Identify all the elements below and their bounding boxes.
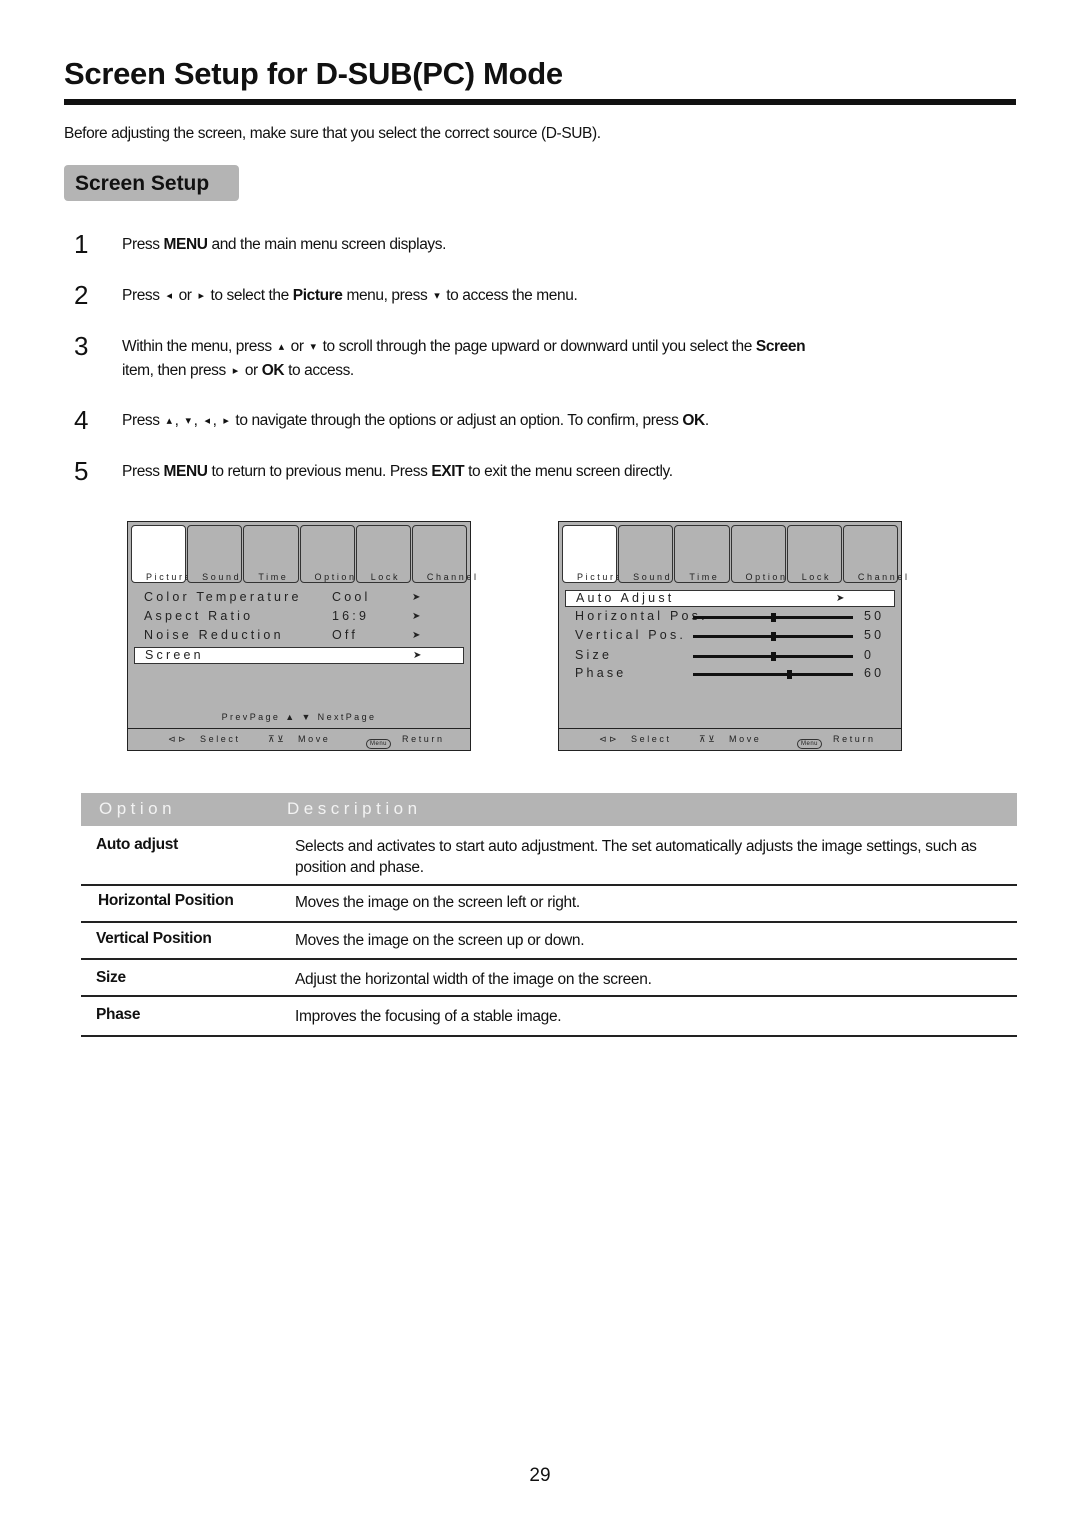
row-divider — [81, 884, 1017, 886]
osd-tab-sound[interactable]: Sound — [618, 525, 674, 583]
table-header: Option Description — [81, 793, 1017, 826]
osd-tab-option[interactable]: Option — [730, 525, 786, 583]
option-description: Improves the focusing of a stable image. — [295, 1008, 562, 1025]
osd-slider-size[interactable]: Size 0 — [575, 648, 893, 665]
osd-pager: PrevPage ▲ ▼ NextPage — [221, 712, 377, 722]
row-divider — [81, 1035, 1017, 1037]
osd-footer: ⊲⊳ Select ⊼⊻ Move Menu Return — [128, 728, 470, 750]
osd-tab-channel[interactable]: Channel — [411, 525, 476, 583]
slider-track[interactable] — [693, 652, 853, 661]
osd-screen-submenu: Picture Sound Time Option Lock Channel A… — [558, 521, 907, 751]
intro-text: Before adjusting the screen, make sure t… — [64, 125, 601, 142]
step-text: Press ▴, ▾, ◂, ▸ to navigate through the… — [122, 409, 982, 433]
slider-thumb[interactable] — [771, 632, 776, 641]
osd-slider-horizontal-pos[interactable]: Horizontal Pos. 50 — [575, 609, 893, 626]
key-label: MENU — [163, 463, 208, 480]
osd-picture-menu: Picture Sound Time Option Lock Channel C… — [127, 521, 476, 751]
option-name: Phase — [96, 1006, 141, 1023]
page-up-icon: ▲ — [285, 712, 297, 722]
option-description: Moves the image on the screen up or down… — [295, 932, 585, 949]
osd-tabs: Picture Sound Time Option Lock Channel — [562, 525, 907, 583]
step-number: 2 — [74, 280, 89, 310]
arrow-key-icon: ▸ — [223, 415, 229, 427]
arrow-key-icon: ▸ — [198, 290, 204, 302]
arrow-right-icon: ➤ — [412, 611, 424, 622]
key-label: MENU — [163, 236, 208, 253]
osd-tab-time[interactable]: Time — [243, 525, 299, 583]
option-description: Adjust the horizontal width of the image… — [295, 971, 652, 988]
option-name: Size — [96, 969, 126, 986]
osd-row-aspect-ratio[interactable]: Aspect Ratio 16:9 ➤ — [144, 609, 462, 626]
step-number: 1 — [74, 229, 89, 259]
osd-tab-sound[interactable]: Sound — [187, 525, 243, 583]
osd-tab-lock[interactable]: Lock — [355, 525, 411, 583]
row-divider — [81, 921, 1017, 923]
step-number: 5 — [74, 456, 89, 486]
left-right-keys-icon: ⊲⊳ — [168, 734, 189, 744]
page-title: Screen Setup for D-SUB(PC) Mode — [64, 56, 563, 91]
osd-tabs: Picture Sound Time Option Lock Channel — [131, 525, 476, 583]
key-label: EXIT — [431, 463, 465, 480]
osd-tab-picture[interactable]: Picture — [562, 525, 621, 583]
section-badge: Screen Setup — [64, 165, 239, 201]
step-number: 3 — [74, 331, 89, 361]
key-label: OK — [261, 362, 285, 379]
osd-tab-option[interactable]: Option — [299, 525, 355, 583]
slider-track[interactable] — [693, 613, 853, 622]
osd-row-color-temperature[interactable]: Color Temperature Cool ➤ — [144, 590, 462, 607]
osd-footer: ⊲⊳ Select ⊼⊻ Move Menu Return — [559, 728, 901, 750]
page-number: 29 — [529, 1465, 551, 1486]
osd-tab-lock[interactable]: Lock — [786, 525, 842, 583]
page-down-icon: ▼ — [301, 712, 313, 722]
arrow-key-icon: ▾ — [310, 341, 317, 353]
slider-thumb[interactable] — [771, 652, 776, 661]
arrow-key-icon: ▴ — [166, 415, 173, 427]
osd-tab-channel[interactable]: Channel — [842, 525, 907, 583]
step-number: 4 — [74, 405, 89, 435]
left-right-keys-icon: ⊲⊳ — [599, 734, 620, 744]
osd-row-auto-adjust[interactable]: Auto Adjust ➤ — [565, 590, 895, 607]
arrow-key-icon: ▸ — [232, 365, 239, 377]
osd-slider-phase[interactable]: Phase 60 — [575, 666, 893, 683]
key-label: OK — [682, 412, 705, 429]
arrow-key-icon: ▴ — [278, 341, 285, 353]
osd-row-screen[interactable]: Screen ➤ — [134, 647, 464, 664]
arrow-right-icon: ➤ — [412, 592, 424, 603]
option-description: Moves the image on the screen left or ri… — [295, 894, 580, 911]
header-description: Description — [287, 799, 422, 818]
key-label: Screen — [755, 338, 806, 355]
osd-tab-time[interactable]: Time — [674, 525, 730, 583]
up-down-keys-icon: ⊼⊻ — [699, 734, 718, 744]
slider-track[interactable] — [693, 632, 853, 641]
slider-thumb[interactable] — [787, 670, 792, 679]
osd-slider-vertical-pos[interactable]: Vertical Pos. 50 — [575, 628, 893, 645]
osd-tab-picture[interactable]: Picture — [131, 525, 190, 583]
step-text: Press MENU to return to previous menu. P… — [122, 463, 673, 480]
step-text: Press ◂ or ▸ to select the Picture menu,… — [122, 284, 982, 308]
option-description: Selects and activates to start auto adju… — [295, 838, 977, 876]
osd-row-noise-reduction[interactable]: Noise Reduction Off ➤ — [144, 628, 462, 645]
option-name: Vertical Position — [96, 930, 212, 947]
step-text: Within the menu, press ▴ or ▾ to scroll … — [122, 335, 982, 383]
row-divider — [81, 958, 1017, 960]
slider-track[interactable] — [693, 670, 853, 679]
arrow-key-icon: ◂ — [166, 290, 173, 302]
slider-thumb[interactable] — [771, 613, 776, 622]
arrow-key-icon: ▾ — [185, 415, 191, 427]
header-option: Option — [99, 799, 177, 818]
arrow-right-icon: ➤ — [836, 593, 848, 604]
arrow-key-icon: ▾ — [434, 290, 440, 302]
option-name: Horizontal Position — [98, 892, 234, 909]
row-divider — [81, 995, 1017, 997]
option-name: Auto adjust — [96, 836, 178, 853]
step-text: Press MENU and the main menu screen disp… — [122, 236, 447, 253]
key-label: Picture — [292, 287, 343, 304]
arrow-right-icon: ➤ — [412, 630, 424, 641]
arrow-right-icon: ➤ — [413, 650, 425, 661]
arrow-key-icon: ◂ — [204, 415, 210, 427]
title-rule — [64, 99, 1016, 105]
up-down-keys-icon: ⊼⊻ — [268, 734, 287, 744]
